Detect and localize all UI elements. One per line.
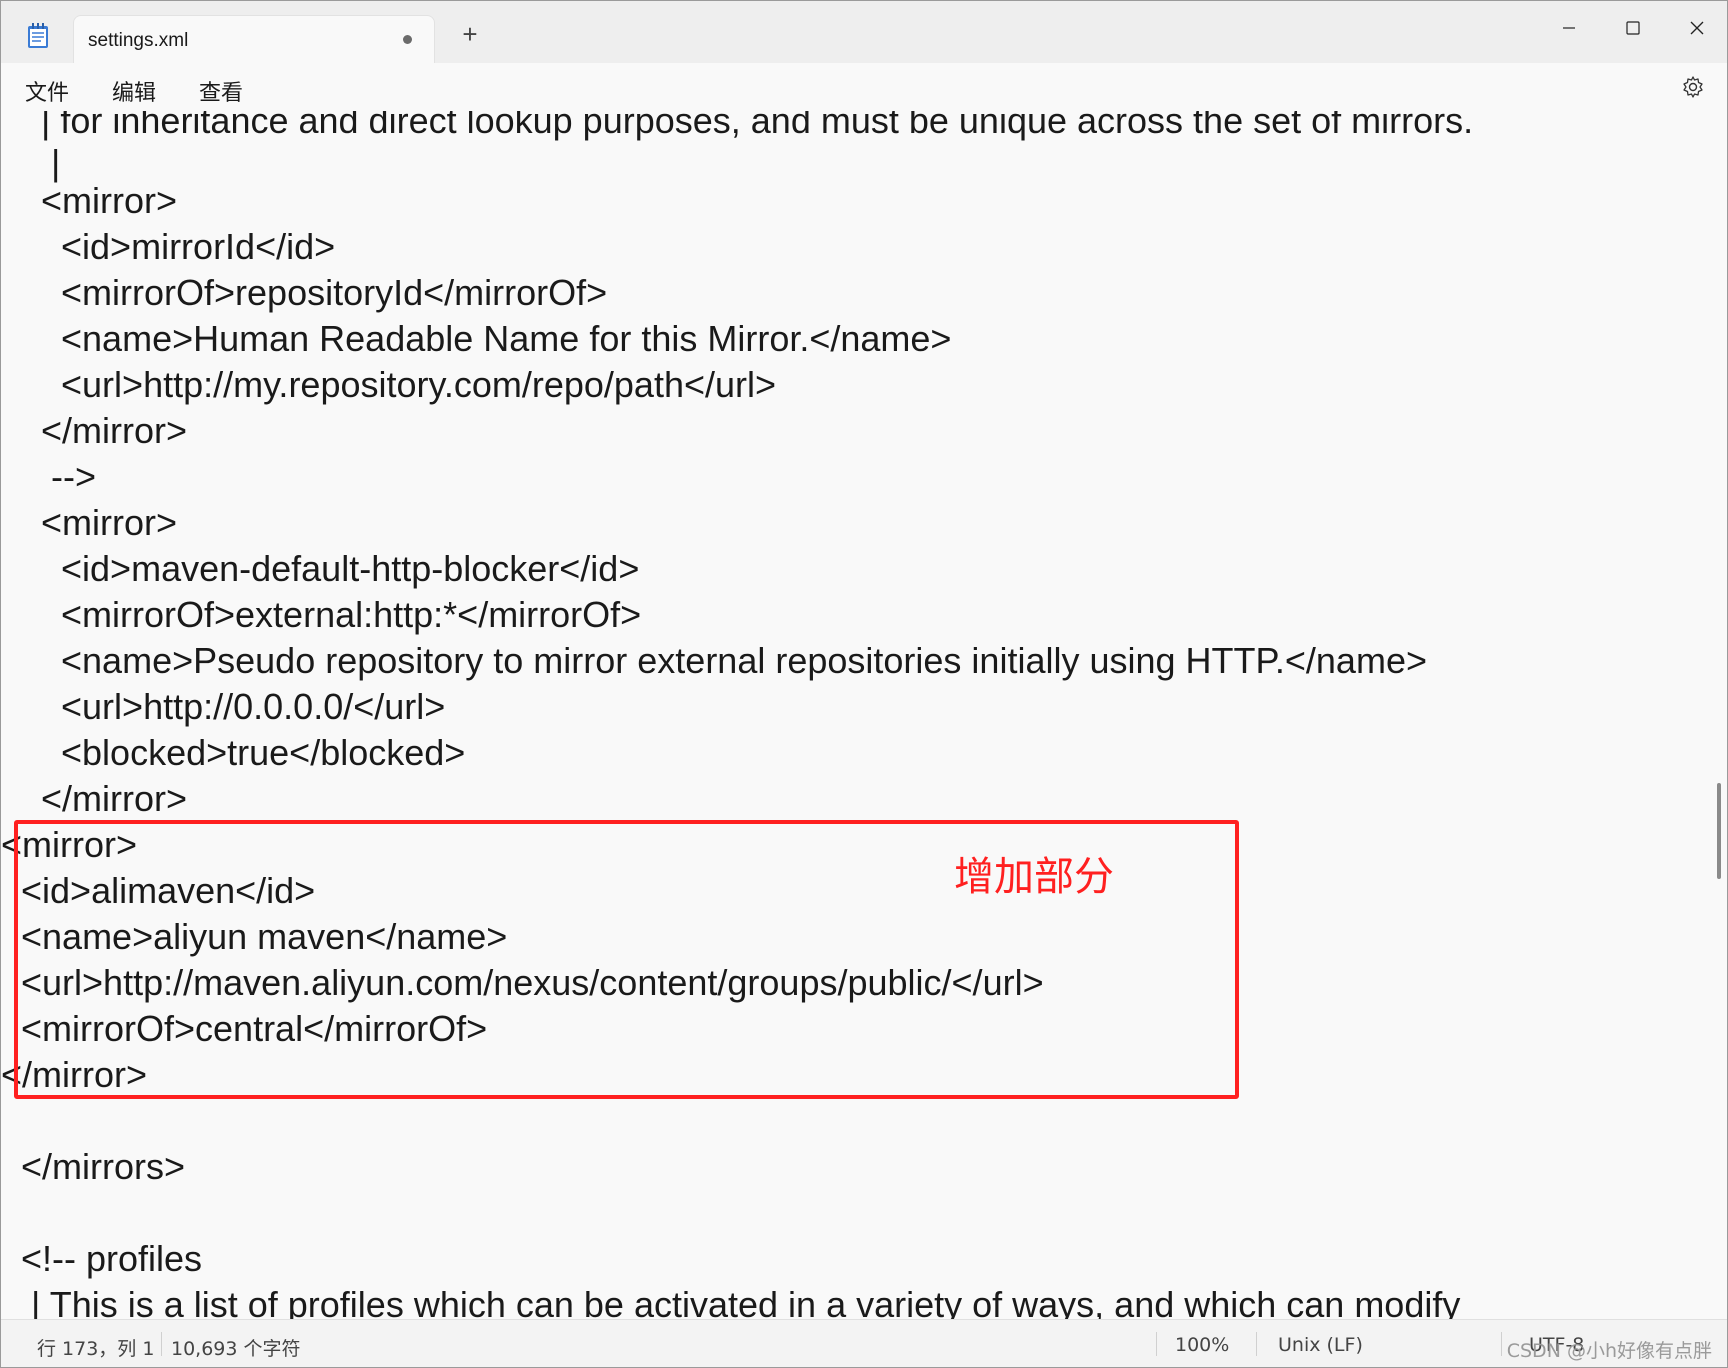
text-editor[interactable]: | for inheritance and direct lookup purp… bbox=[1, 111, 1711, 1319]
maximize-icon bbox=[1626, 21, 1640, 35]
code-line: <name>Human Readable Name for this Mirro… bbox=[1, 318, 952, 359]
maximize-button[interactable] bbox=[1605, 11, 1661, 47]
code-line: <id>mirrorId</id> bbox=[1, 226, 336, 267]
menu-edit[interactable]: 编辑 bbox=[112, 75, 156, 107]
code-line: <mirror> bbox=[1, 180, 178, 221]
character-count: 10,693 个字符 bbox=[171, 1338, 301, 1360]
notepad-window: settings.xml + 文件 编辑 查看 | for inheritanc… bbox=[0, 0, 1728, 1368]
code-line: <url>http://my.repository.com/repo/path<… bbox=[1, 364, 777, 405]
vertical-scrollbar[interactable] bbox=[1717, 783, 1721, 879]
code-line: <mirrorOf>external:http:*</mirrorOf> bbox=[1, 594, 642, 635]
cursor-position: 行 173，列 1 bbox=[37, 1338, 155, 1360]
settings-gear-icon[interactable] bbox=[1681, 75, 1705, 99]
code-line: <!-- profiles bbox=[1, 1238, 203, 1279]
close-button[interactable] bbox=[1669, 11, 1725, 47]
minimize-button[interactable] bbox=[1541, 11, 1597, 47]
menu-view[interactable]: 查看 bbox=[199, 75, 243, 107]
code-line: <id>maven-default-http-blocker</id> bbox=[1, 548, 640, 589]
status-bar: 行 173，列 1 10,693 个字符 100% Unix (LF) UTF-… bbox=[1, 1319, 1727, 1367]
zoom-level[interactable]: 100% bbox=[1175, 1334, 1229, 1356]
code-line: </mirror> bbox=[1, 410, 188, 451]
status-divider bbox=[1501, 1332, 1502, 1356]
code-line: <name>Pseudo repository to mirror extern… bbox=[1, 640, 1427, 681]
new-tab-plus-icon[interactable]: + bbox=[457, 21, 483, 47]
code-line: | for inheritance and direct lookup purp… bbox=[1, 111, 1474, 141]
code-line: </mirrors> bbox=[1, 1146, 186, 1187]
added-section-annotation: 增加部分 bbox=[954, 854, 1114, 900]
status-divider bbox=[1256, 1332, 1257, 1356]
menu-bar: 文件 编辑 查看 bbox=[1, 63, 1727, 111]
status-divider bbox=[1156, 1332, 1157, 1356]
code-line: <mirrorOf>repositoryId</mirrorOf> bbox=[1, 272, 608, 313]
close-icon bbox=[1690, 21, 1704, 35]
tab-title: settings.xml bbox=[88, 30, 189, 51]
code-line: <url>http://0.0.0.0/</url> bbox=[1, 686, 446, 727]
csdn-watermark: CSDN @小h好像有点胖 bbox=[1506, 1340, 1712, 1362]
notepad-app-icon bbox=[28, 23, 48, 48]
tab-settings-xml[interactable]: settings.xml bbox=[73, 15, 435, 64]
title-bar: settings.xml + bbox=[1, 1, 1727, 64]
code-line: --> bbox=[1, 456, 97, 497]
code-line: </mirror> bbox=[1, 778, 188, 819]
code-line: <mirror> bbox=[1, 502, 178, 543]
minimize-icon bbox=[1563, 27, 1575, 29]
code-line: | This is a list of profiles which can b… bbox=[1, 1284, 1461, 1319]
menu-file[interactable]: 文件 bbox=[25, 75, 69, 107]
line-ending[interactable]: Unix (LF) bbox=[1278, 1334, 1363, 1356]
unsaved-indicator-icon[interactable] bbox=[403, 35, 412, 44]
code-line: <blocked>true</blocked> bbox=[1, 732, 466, 773]
status-divider bbox=[161, 1332, 162, 1356]
